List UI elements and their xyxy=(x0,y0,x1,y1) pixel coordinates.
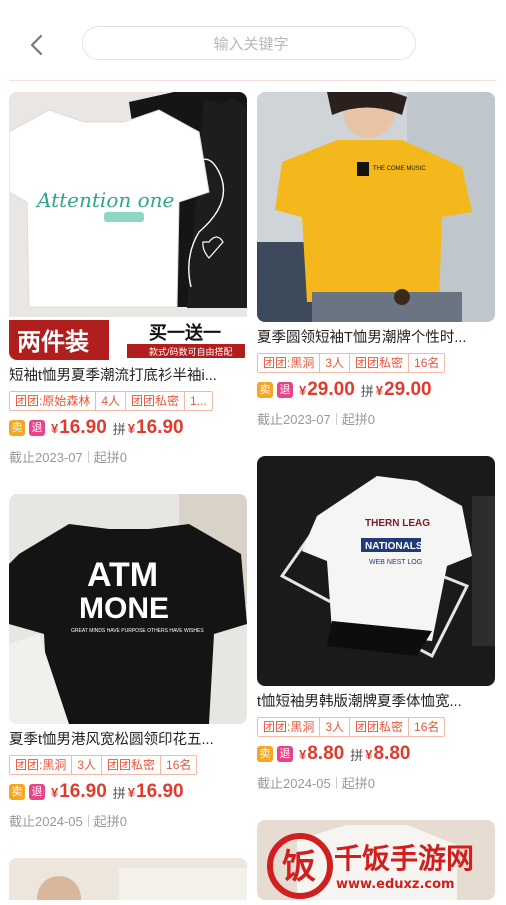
deadline-row: 截止2024-05 起拼0 xyxy=(9,811,247,830)
pin-label: 拼 xyxy=(112,421,126,437)
tag-private: 团团私密 xyxy=(349,718,408,736)
watermark-logo: 饭 千饭手游网 www.eduxz.com xyxy=(262,826,506,900)
shirt-print-1: ATM xyxy=(87,556,158,594)
price-row: 卖 退 ¥16.90 拼 ¥16.90 xyxy=(9,781,247,803)
min-count: 起拼0 xyxy=(341,412,375,427)
pin-label: 拼 xyxy=(360,383,374,399)
pin-label: 拼 xyxy=(350,747,364,763)
banner-left: 两件装 xyxy=(17,329,89,356)
tag-people: 3人 xyxy=(71,756,101,774)
sell-badge: 卖 xyxy=(257,746,273,762)
product-card-partial[interactable] xyxy=(9,858,247,900)
return-badge: 退 xyxy=(277,382,293,398)
watermark-url: www.eduxz.com xyxy=(336,877,455,892)
price: ¥16.90 xyxy=(51,417,107,438)
divider xyxy=(10,80,496,81)
product-card[interactable]: THERN LEAG NATIONALS WEB NEST LOG t恤短袖男韩… xyxy=(257,456,495,792)
sell-badge: 卖 xyxy=(9,420,25,436)
tag-rank: 16名 xyxy=(408,718,444,736)
pin-price: ¥16.90 xyxy=(127,417,184,438)
shirt-print-2: NATIONALS xyxy=(365,541,423,552)
shirt-print-3: GREAT MINDS HAVE PURPOSE OTHERS HAVE WIS… xyxy=(71,628,204,634)
pin-price: ¥29.00 xyxy=(375,379,432,400)
product-title[interactable]: t恤短袖男韩版潮牌夏季体恤宽... xyxy=(257,693,495,711)
deadline-row: 截止2023-07 起拼0 xyxy=(9,447,247,466)
deadline: 截止2024-05 xyxy=(257,776,331,791)
tag-people: 3人 xyxy=(319,718,349,736)
group-tags: 团团:黑洞 3人 团团私密 16名 xyxy=(257,353,446,373)
return-badge: 退 xyxy=(29,420,45,436)
group-tags: 团团:黑洞 3人 团团私密 16名 xyxy=(257,717,446,737)
deadline-row: 截止2023-07 起拼0 xyxy=(257,409,495,428)
group-tags: 团团:原始森林 4人 团团私密 1... xyxy=(9,391,213,411)
tag-private: 团团私密 xyxy=(349,354,408,372)
tag-group: 团团:原始森林 xyxy=(15,394,91,408)
product-image[interactable]: THERN LEAG NATIONALS WEB NEST LOG xyxy=(257,456,495,686)
product-image[interactable] xyxy=(9,858,247,900)
tag-group: 团团:黑洞 xyxy=(263,720,315,734)
price: ¥8.80 xyxy=(299,743,345,764)
product-title[interactable]: 短袖t恤男夏季潮流打底衫半袖i... xyxy=(9,367,247,385)
shirt-print: THE COME MUSIC xyxy=(373,166,426,172)
tag-people: 4人 xyxy=(95,392,125,410)
tag-group: 团团:黑洞 xyxy=(263,356,315,370)
tag-people: 3人 xyxy=(319,354,349,372)
shirt-print: Attention one xyxy=(35,188,174,212)
product-image[interactable]: Attention one 两件装 买一送一 款式/码数可自由搭配 xyxy=(9,92,247,360)
min-count: 起拼0 xyxy=(93,450,127,465)
sell-badge: 卖 xyxy=(257,382,273,398)
group-tags: 团团:黑洞 3人 团团私密 16名 xyxy=(9,755,198,775)
sell-badge: 卖 xyxy=(9,784,25,800)
svg-text:饭: 饭 xyxy=(282,847,316,887)
top-bar xyxy=(0,0,506,84)
shirt-print-2: MONE xyxy=(79,592,169,625)
price: ¥16.90 xyxy=(51,781,107,802)
banner-sub: 款式/码数可自由搭配 xyxy=(149,346,233,357)
product-image[interactable]: THE COME MUSIC xyxy=(257,92,495,322)
tag-rank: 16名 xyxy=(160,756,196,774)
shirt-print-3: WEB NEST LOG xyxy=(369,559,422,566)
product-card[interactable]: THE COME MUSIC 夏季圆领短袖T恤男潮牌个性时... 团团:黑洞 3… xyxy=(257,92,495,428)
back-arrow-icon[interactable] xyxy=(22,30,52,60)
tag-rank: 1... xyxy=(184,392,212,410)
tag-private: 团团私密 xyxy=(101,756,160,774)
return-badge: 退 xyxy=(277,746,293,762)
watermark-text: 千饭手游网 xyxy=(334,842,474,875)
price: ¥29.00 xyxy=(299,379,355,400)
deadline: 截止2023-07 xyxy=(9,450,83,465)
deadline: 截止2023-07 xyxy=(257,412,331,427)
tag-group: 团团:黑洞 xyxy=(15,758,67,772)
tag-private: 团团私密 xyxy=(125,392,184,410)
product-title[interactable]: 夏季圆领短袖T恤男潮牌个性时... xyxy=(257,329,495,347)
min-count: 起拼0 xyxy=(341,776,375,791)
search-box[interactable] xyxy=(82,26,419,61)
deadline: 截止2024-05 xyxy=(9,814,83,829)
search-input[interactable] xyxy=(83,27,419,61)
return-badge: 退 xyxy=(29,784,45,800)
price-row: 卖 退 ¥8.80 拼 ¥8.80 xyxy=(257,743,495,765)
deadline-row: 截止2024-05 起拼0 xyxy=(257,773,495,792)
min-count: 起拼0 xyxy=(93,814,127,829)
product-card[interactable]: ATM MONE GREAT MINDS HAVE PURPOSE OTHERS… xyxy=(9,494,247,830)
pin-price: ¥16.90 xyxy=(127,781,184,802)
product-title[interactable]: 夏季t恤男港风宽松圆领印花五... xyxy=(9,731,247,749)
pin-label: 拼 xyxy=(112,785,126,801)
price-row: 卖 退 ¥16.90 拼 ¥16.90 xyxy=(9,417,247,439)
banner-right: 买一送一 xyxy=(149,322,221,343)
tag-rank: 16名 xyxy=(408,354,444,372)
pin-price: ¥8.80 xyxy=(365,743,411,764)
price-row: 卖 退 ¥29.00 拼 ¥29.00 xyxy=(257,379,495,401)
product-image[interactable]: ATM MONE GREAT MINDS HAVE PURPOSE OTHERS… xyxy=(9,494,247,724)
shirt-print-1: THERN LEAG xyxy=(365,518,430,529)
product-card[interactable]: Attention one 两件装 买一送一 款式/码数可自由搭配 短袖t恤男夏… xyxy=(9,92,247,466)
